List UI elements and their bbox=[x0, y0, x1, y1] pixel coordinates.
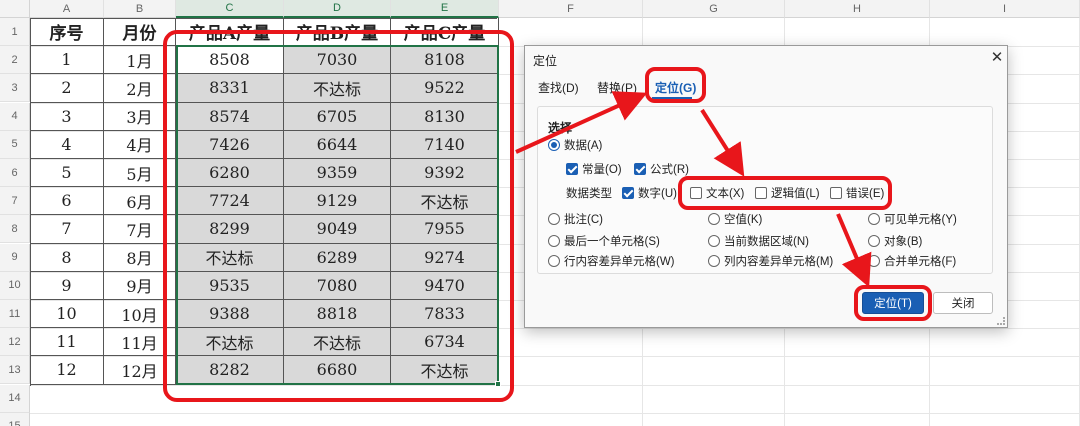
arrow-to-goto-tab bbox=[515, 91, 648, 154]
annotation-arrows bbox=[515, 91, 872, 288]
arrow-to-data-types bbox=[700, 108, 745, 177]
arrow-to-goto-button bbox=[836, 213, 872, 288]
